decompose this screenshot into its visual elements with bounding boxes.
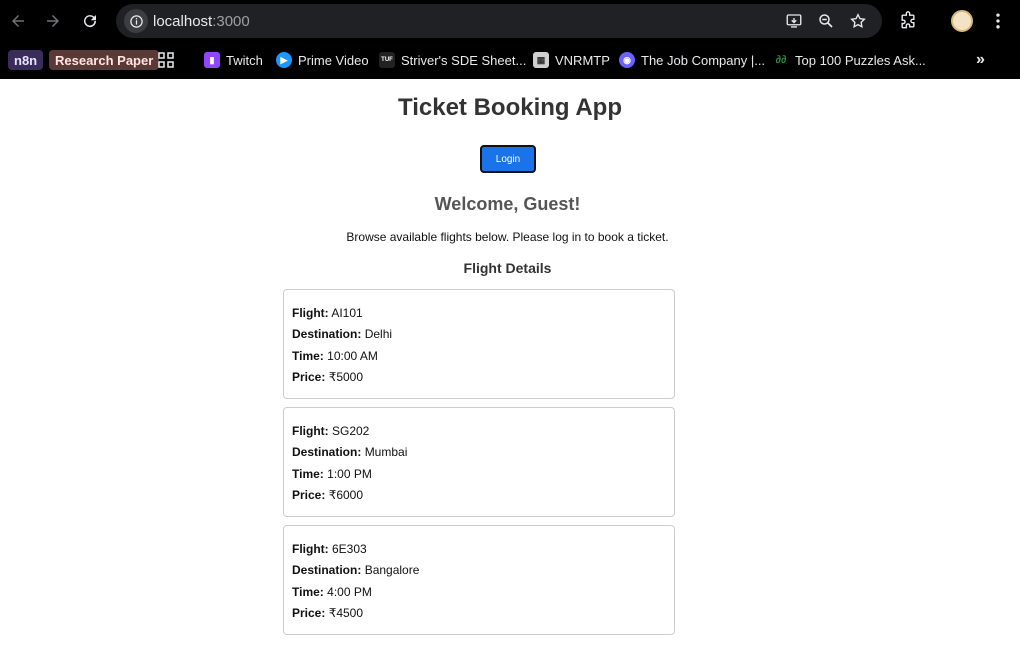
- bookmark-top-puzzles[interactable]: ∂∂ Top 100 Puzzles Ask...: [773, 49, 926, 71]
- login-button[interactable]: Login: [480, 145, 536, 173]
- bookmark-n8n[interactable]: n8n: [8, 49, 44, 71]
- profile-avatar[interactable]: [951, 10, 973, 32]
- more-vert-icon: [996, 13, 1000, 29]
- browser-toolbar: localhost:3000: [0, 0, 1020, 42]
- price-row: Price: ₹5000: [292, 370, 364, 384]
- app-page: Ticket Booking App Login Welcome, Guest!…: [0, 79, 1020, 668]
- puzzle-icon: [901, 11, 915, 29]
- tuf-icon: TUF: [379, 52, 395, 68]
- forward-button[interactable]: [40, 8, 66, 34]
- arrow-right-icon: [47, 15, 59, 27]
- browse-message: Browse available flights below. Please l…: [346, 230, 669, 244]
- bookmark-star-button[interactable]: [848, 11, 868, 31]
- price-row: Price: ₹4500: [292, 606, 364, 620]
- address-bar[interactable]: localhost:3000: [116, 4, 882, 38]
- time-row: Time: 4:00 PM: [292, 585, 372, 599]
- time-row: Time: 1:00 PM: [292, 467, 372, 481]
- twitch-icon: ▮: [204, 52, 220, 68]
- bookmark-vnrmtp[interactable]: ▦ VNRMTP: [533, 49, 610, 71]
- gfg-icon: ∂∂: [775, 54, 787, 66]
- flight-row: Flight: 6E303: [292, 542, 367, 556]
- site-info-button[interactable]: [124, 9, 148, 33]
- zoom-out-icon: [819, 14, 833, 28]
- bookmarks-overflow-button[interactable]: »: [976, 49, 985, 71]
- back-button[interactable]: [5, 8, 31, 34]
- apps-grid-icon: [158, 52, 174, 68]
- price-row: Price: ₹6000: [292, 488, 364, 502]
- destination-row: Destination: Delhi: [292, 327, 393, 341]
- chrome-menu-button[interactable]: [987, 10, 1009, 32]
- page-title: Ticket Booking App: [397, 94, 622, 121]
- arrow-left-icon: [12, 15, 24, 27]
- bookmarks-bar: n8n Research Paper ▮ Twitch ▶ Prime Vide…: [0, 42, 1020, 79]
- star-icon: [850, 13, 866, 28]
- job-company-icon: ◉: [619, 52, 635, 68]
- reload-icon: [84, 15, 97, 28]
- apps-shortcut[interactable]: [158, 49, 174, 71]
- flight-row: Flight: SG202: [292, 424, 370, 438]
- reload-button[interactable]: [77, 8, 103, 34]
- info-icon: [129, 14, 143, 28]
- bookmark-job-company[interactable]: ◉ The Job Company |...: [619, 49, 765, 71]
- zoom-button[interactable]: [816, 11, 836, 31]
- url-text: localhost:3000: [153, 13, 250, 30]
- flight-row: Flight: AI101: [292, 306, 363, 320]
- extensions-button[interactable]: [897, 10, 919, 32]
- flight-card: Flight: SG202 Destination: Mumbai Time: …: [283, 407, 675, 517]
- install-app-icon: [786, 14, 802, 28]
- vnr-icon: ▦: [533, 52, 549, 68]
- flight-details-heading: Flight Details: [463, 260, 552, 276]
- flight-card: Flight: AI101 Destination: Delhi Time: 1…: [283, 289, 675, 399]
- destination-row: Destination: Bangalore: [292, 563, 420, 577]
- bookmark-research-paper[interactable]: Research Paper: [49, 49, 160, 71]
- chevron-double-right-icon: »: [976, 51, 985, 68]
- install-app-button[interactable]: [784, 11, 804, 31]
- destination-row: Destination: Mumbai: [292, 445, 408, 459]
- flight-card: Flight: 6E303 Destination: Bangalore Tim…: [283, 525, 675, 635]
- bookmark-prime-video[interactable]: ▶ Prime Video: [276, 49, 369, 71]
- prime-video-icon: ▶: [276, 52, 292, 68]
- time-row: Time: 10:00 AM: [292, 349, 378, 363]
- bookmark-strivers-sde-sheet[interactable]: TUF Striver's SDE Sheet...: [379, 49, 526, 71]
- welcome-heading: Welcome, Guest!: [434, 194, 581, 214]
- bookmark-twitch[interactable]: ▮ Twitch: [204, 49, 263, 71]
